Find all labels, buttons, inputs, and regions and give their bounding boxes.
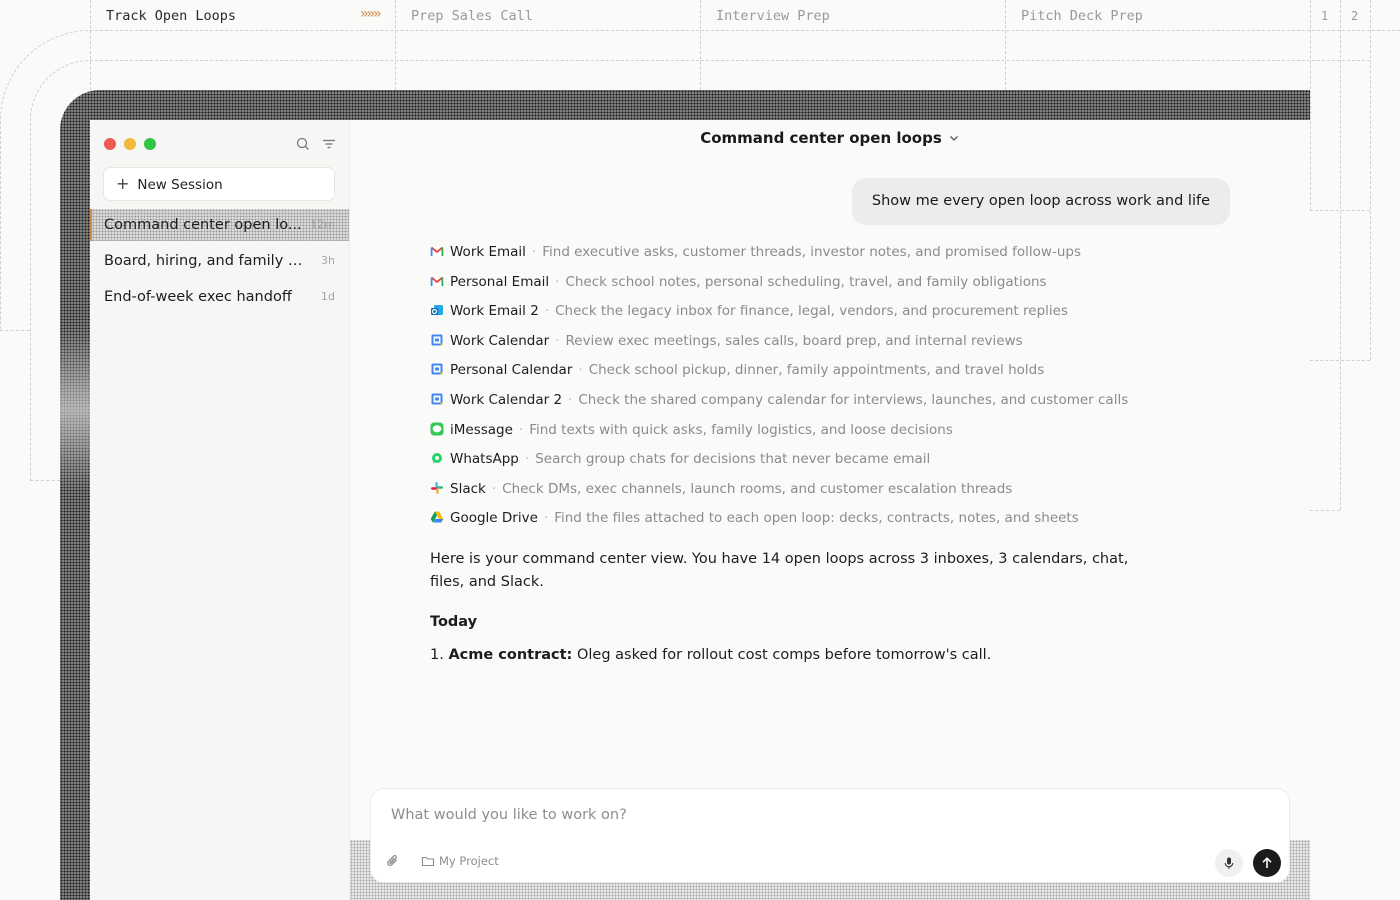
maximize-window-button[interactable] xyxy=(144,138,156,150)
session-label: Command center open lo... xyxy=(104,217,302,233)
filter-icon[interactable] xyxy=(321,136,337,152)
chevron-down-icon xyxy=(948,130,960,148)
assistant-answer: Here is your command center view. You ha… xyxy=(430,551,1129,590)
gmail-icon xyxy=(430,242,444,256)
project-selector[interactable]: My Project xyxy=(421,853,499,869)
tab-strip: Track Open Loops »»» Prep Sales Call Int… xyxy=(0,0,1400,511)
tab-pitch-deck-prep[interactable]: Pitch Deck Prep xyxy=(1021,6,1143,26)
message-composer: What would you like to work on? My Proje… xyxy=(370,788,1290,883)
plus-icon: + xyxy=(116,174,130,193)
calendar-icon xyxy=(430,360,444,375)
user-message-bubble: Show me every open loop across work and … xyxy=(851,178,1230,225)
app-window: + New Session Command center open lo... 1… xyxy=(90,120,1310,900)
new-session-button[interactable]: + New Session xyxy=(103,167,335,201)
outlook-icon xyxy=(430,301,444,316)
search-icon[interactable] xyxy=(295,136,311,152)
session-time: 1d xyxy=(321,290,335,303)
today-heading: Today xyxy=(430,614,478,630)
page-number-2[interactable]: 2 xyxy=(1351,6,1358,26)
whatsapp-icon xyxy=(430,449,444,464)
frame-highlight xyxy=(60,330,90,490)
folder-icon xyxy=(421,856,435,867)
chat-title-dropdown[interactable]: Command center open loops xyxy=(350,129,1310,148)
microphone-icon xyxy=(1224,857,1234,869)
minimize-window-button[interactable] xyxy=(124,138,136,150)
new-session-label: New Session xyxy=(137,177,223,193)
tab-prep-sales-call[interactable]: Prep Sales Call xyxy=(411,6,533,26)
paperclip-icon[interactable] xyxy=(385,853,401,869)
chat-panel: Command center open loops Show me every … xyxy=(350,120,1310,900)
list-item: 1. Acme contract: Oleg asked for rollout… xyxy=(430,647,992,663)
session-item-exec-handoff[interactable]: End-of-week exec handoff 1d xyxy=(90,281,349,313)
source-item: WhatsApp · Search group chats for decision… xyxy=(430,447,1190,477)
tab-track-open-loops[interactable]: Track Open Loops xyxy=(106,6,236,26)
close-window-button[interactable] xyxy=(104,138,116,150)
source-item: iMessage · Find texts with quick asks, fam… xyxy=(430,418,1190,448)
source-item: Work Email 2 · Check the legacy inbox for … xyxy=(430,299,1190,329)
session-label: Board, hiring, and family s... xyxy=(104,253,304,269)
session-item-command-center[interactable]: Command center open lo... 12m xyxy=(90,209,349,241)
session-label: End-of-week exec handoff xyxy=(104,289,292,305)
tab-arrows-icon: »»» xyxy=(360,6,381,22)
microphone-button[interactable] xyxy=(1215,849,1243,877)
gmail-icon xyxy=(430,272,444,286)
source-item: Work Email · Find executive asks, customer… xyxy=(430,240,1190,270)
calendar-icon xyxy=(430,331,444,346)
source-item: Personal Email · Check school notes, perso… xyxy=(430,270,1190,300)
chat-title: Command center open loops xyxy=(700,129,942,147)
source-list: Work Email · Find executive asks, customer… xyxy=(430,240,1190,536)
source-item: Google Drive · Find the files attached to … xyxy=(430,506,1190,536)
page-number-1[interactable]: 1 xyxy=(1321,6,1328,26)
message-input[interactable]: What would you like to work on? xyxy=(391,807,627,823)
sidebar: + New Session Command center open lo... 1… xyxy=(90,120,350,900)
arrow-up-icon xyxy=(1262,857,1272,868)
source-item: Work Calendar 2 · Check the shared company… xyxy=(430,388,1190,418)
session-time: 3h xyxy=(321,254,335,267)
send-button[interactable] xyxy=(1253,849,1281,877)
calendar-icon xyxy=(430,390,444,405)
source-item: Personal Calendar · Check school pickup, d… xyxy=(430,358,1190,388)
source-item: Work Calendar · Review exec meetings, sale… xyxy=(430,329,1190,359)
google-drive-icon xyxy=(430,508,444,523)
slack-icon xyxy=(430,479,444,494)
session-time: 12m xyxy=(310,218,335,231)
source-item: Slack · Check DMs, exec channels, launch r… xyxy=(430,477,1190,507)
session-item-board-hiring[interactable]: Board, hiring, and family s... 3h xyxy=(90,245,349,277)
tab-interview-prep[interactable]: Interview Prep xyxy=(716,6,830,26)
imessage-icon xyxy=(430,420,444,436)
